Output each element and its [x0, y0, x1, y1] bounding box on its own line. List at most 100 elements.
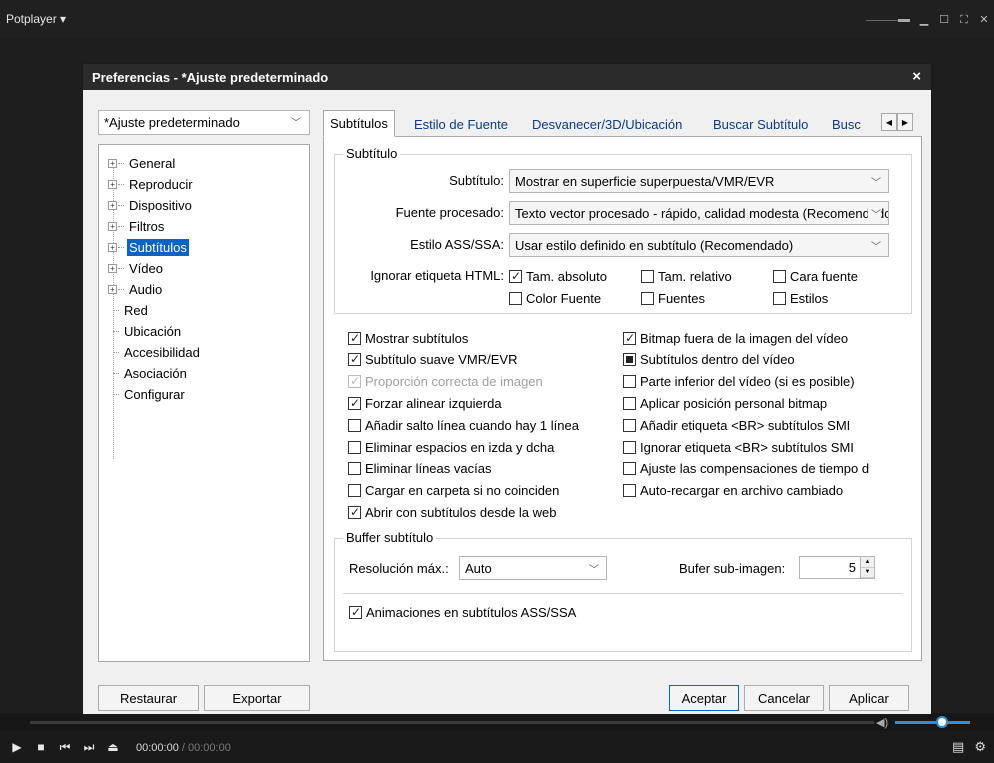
spin-up-icon[interactable]: ▲: [861, 557, 874, 568]
aceptar-button[interactable]: Aceptar: [669, 685, 739, 711]
tree-item-general[interactable]: + General: [99, 153, 177, 173]
expand-icon[interactable]: +: [108, 284, 117, 294]
html-checkbox-color-fuente[interactable]: Color Fuente: [509, 289, 601, 307]
gear-icon[interactable]: ⚙: [974, 739, 986, 755]
checkbox-box: [641, 269, 654, 283]
html-checkbox-tam-relativo[interactable]: Tam. relativo: [641, 267, 732, 285]
subtitulo-select[interactable]: Mostrar en superficie superpuesta/VMR/EV…: [509, 169, 889, 193]
maximize-icon[interactable]: ☐: [938, 14, 950, 26]
ignorar-html-label: Ignorar etiqueta HTML:: [370, 268, 504, 283]
option-checkbox-eliminar-lineas-vacias[interactable]: Eliminar líneas vacías: [348, 460, 491, 478]
aplicar-button[interactable]: Aplicar: [829, 685, 909, 711]
cancelar-button[interactable]: Cancelar: [744, 685, 824, 711]
checkbox-label: Auto-recargar en archivo cambiado: [640, 483, 844, 499]
tree-item-reproducir[interactable]: + Reproducir: [99, 174, 195, 194]
checkbox-box: [348, 418, 361, 432]
tree-connector: [113, 351, 119, 353]
volume-knob[interactable]: [936, 716, 948, 728]
expand-icon[interactable]: +: [108, 158, 117, 168]
tree-item-dispositivo[interactable]: + Dispositivo: [99, 195, 194, 215]
tree-connector: [118, 225, 124, 227]
minimize-icon[interactable]: ▁: [918, 14, 930, 26]
tab-desvanecer[interactable]: Desvanecer/3D/Ubicación: [526, 112, 688, 136]
tab-busc[interactable]: Busc: [826, 112, 867, 136]
play-icon[interactable]: ▶: [10, 740, 24, 754]
resolucion-select[interactable]: Auto ﹀: [459, 556, 607, 580]
tree-item-label: Subtítulos: [127, 238, 189, 256]
option-checkbox-eliminar-espacios-en-izda-y-dcha[interactable]: Eliminar espacios en izda y dcha: [348, 438, 554, 456]
tree-item-red[interactable]: Red: [99, 300, 150, 320]
tree-item-configurar[interactable]: Configurar: [99, 384, 187, 404]
estilo-ass-select[interactable]: Usar estilo definido en subtítulo (Recom…: [509, 233, 889, 257]
option-checkbox-bitmap-fuera-de-la-imagen-del-video[interactable]: Bitmap fuera de la imagen del vídeo: [623, 329, 848, 347]
option-checkbox-mostrar-subtitulos[interactable]: Mostrar subtítulos: [348, 329, 468, 347]
option-checkbox-forzar-alinear-izquierda[interactable]: Forzar alinear izquierda: [348, 394, 502, 412]
option-checkbox-subtitulos-dentro-del-video[interactable]: Subtítulos dentro del vídeo: [623, 351, 795, 369]
tab-buscar-subtitulo[interactable]: Buscar Subtítulo: [707, 112, 814, 136]
tab-scroll-left-icon[interactable]: ◀: [881, 113, 897, 131]
opacity-slider[interactable]: [866, 18, 910, 22]
checkbox-box: [641, 291, 654, 305]
expand-icon[interactable]: +: [108, 179, 117, 189]
tree-item-audio[interactable]: + Audio: [99, 279, 164, 299]
spin-down-icon[interactable]: ▼: [861, 567, 874, 578]
tree-item-accesibilidad[interactable]: Accesibilidad: [99, 342, 202, 362]
tab-scroll-right-icon[interactable]: ▶: [897, 113, 913, 131]
previous-icon[interactable]: ⏮: [58, 740, 72, 754]
fullscreen-icon[interactable]: ⛶: [958, 14, 970, 26]
time-current: 00:00:00: [136, 742, 179, 754]
checkbox-box: [623, 418, 636, 432]
option-checkbox-abrir-con-subtitulos-desde-la-web[interactable]: Abrir con subtítulos desde la web: [348, 503, 557, 521]
checkbox-box: [348, 505, 361, 519]
stop-icon[interactable]: ■: [34, 740, 48, 754]
checkbox-label: Mostrar subtítulos: [365, 330, 469, 346]
html-checkbox-estilos[interactable]: Estilos: [773, 289, 828, 307]
window-controls: ▁ ☐ ⛶ ✕: [866, 14, 990, 26]
tree-connector: [118, 162, 124, 164]
tree-item-label: Filtros: [129, 218, 165, 234]
playlist-icon[interactable]: ▤: [952, 739, 964, 755]
tree-item-asociacion[interactable]: Asociación: [99, 363, 189, 383]
checkbox-label: Parte inferior del vídeo (si es posible): [640, 374, 855, 390]
html-checkbox-tam-absoluto[interactable]: Tam. absoluto: [509, 267, 607, 285]
tree-item-subtitulos[interactable]: + Subtítulos: [99, 237, 189, 257]
option-checkbox-anadir-salto-linea-cuando-hay-1-linea[interactable]: Añadir salto línea cuando hay 1 línea: [348, 416, 579, 434]
tree-connector: [118, 288, 124, 290]
seek-slider[interactable]: [30, 721, 874, 724]
tree-item-video[interactable]: + Vídeo: [99, 258, 165, 278]
chevron-down-icon: ﹀: [868, 174, 881, 189]
option-checkbox-ajuste-las-compensaciones-de-tiempo-d[interactable]: Ajuste las compensaciones de tiempo d: [623, 460, 869, 478]
html-checkbox-fuentes[interactable]: Fuentes: [641, 289, 705, 307]
preset-select[interactable]: *Ajuste predeterminado ﹀: [98, 110, 310, 135]
animaciones-checkbox[interactable]: Animaciones en subtítulos ASS/SSA: [349, 603, 576, 621]
option-checkbox-subtitulo-suave-vmr-evr[interactable]: Subtítulo suave VMR/EVR: [348, 351, 517, 369]
tab-subtitulos[interactable]: Subtítulos: [323, 110, 395, 137]
close-icon[interactable]: ✕: [978, 14, 990, 26]
volume-icon[interactable]: ◀): [876, 716, 888, 729]
option-checkbox-cargar-en-carpeta-si-no-coinciden[interactable]: Cargar en carpeta si no coinciden: [348, 482, 559, 500]
eject-icon[interactable]: ⏏: [106, 740, 120, 754]
html-checkbox-cara-fuente[interactable]: Cara fuente: [773, 267, 858, 285]
bufer-subimagen-stepper[interactable]: 5 ▲ ▼: [799, 556, 875, 579]
exportar-button[interactable]: Exportar: [204, 685, 310, 711]
checkbox-label: Subtítulo suave VMR/EVR: [365, 352, 518, 368]
option-checkbox-anadir-etiqueta-br-subtitulos-smi[interactable]: Añadir etiqueta <BR> subtítulos SMI: [623, 416, 850, 434]
close-icon[interactable]: ×: [912, 69, 921, 84]
next-icon[interactable]: ⏭: [82, 740, 96, 754]
option-checkbox-aplicar-posicion-personal-bitmap[interactable]: Aplicar posición personal bitmap: [623, 394, 827, 412]
tree-item-filtros[interactable]: + Filtros: [99, 216, 166, 236]
tab-estilo-fuente[interactable]: Estilo de Fuente: [408, 112, 514, 136]
checkbox-box: [348, 375, 361, 389]
tree-item-ubicacion[interactable]: Ubicación: [99, 321, 183, 341]
option-checkbox-parte-inferior-del-video-si-es-posible[interactable]: Parte inferior del vídeo (si es posible): [623, 373, 855, 391]
player-menu-button[interactable]: Potplayer ▾: [6, 12, 66, 26]
fuente-procesado-select[interactable]: Texto vector procesado - rápido, calidad…: [509, 201, 889, 225]
volume-slider[interactable]: [895, 721, 970, 724]
expand-icon[interactable]: +: [108, 263, 117, 273]
expand-icon[interactable]: +: [108, 242, 117, 252]
expand-icon[interactable]: +: [108, 200, 117, 210]
restaurar-button[interactable]: Restaurar: [98, 685, 199, 711]
expand-icon[interactable]: +: [108, 221, 117, 231]
option-checkbox-auto-recargar-en-archivo-cambiado[interactable]: Auto-recargar en archivo cambiado: [623, 482, 843, 500]
option-checkbox-ignorar-etiqueta-br-subtitulos-smi[interactable]: Ignorar etiqueta <BR> subtítulos SMI: [623, 438, 854, 456]
